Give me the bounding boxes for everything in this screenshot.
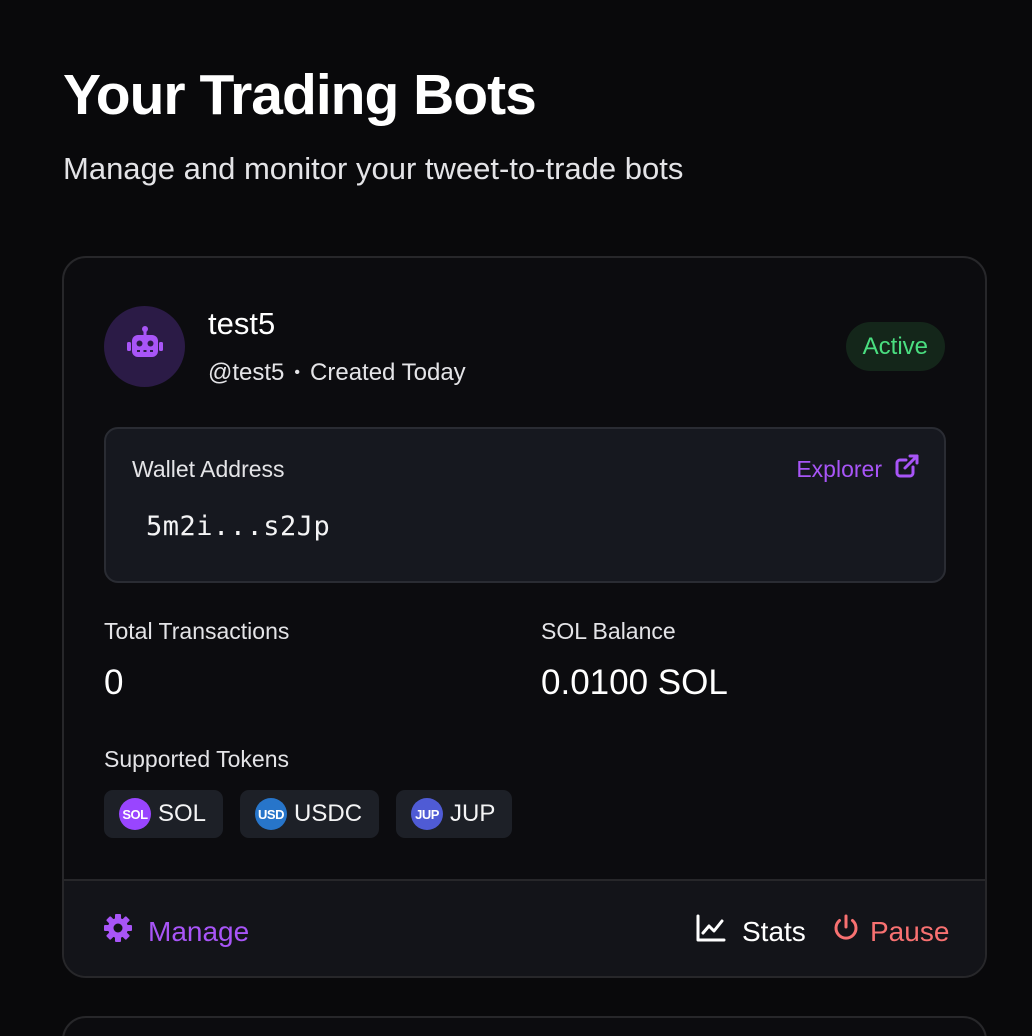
power-icon bbox=[832, 914, 860, 949]
stats-button[interactable]: Stats bbox=[696, 914, 806, 949]
sol-token-icon: SOL bbox=[119, 798, 151, 830]
token-list: SOL SOL USD USDC JUP JUP bbox=[104, 790, 513, 838]
bot-handle: @test5 bbox=[208, 359, 285, 386]
transactions-label: Total Transactions bbox=[104, 618, 290, 644]
page-subtitle: Manage and monitor your tweet-to-trade b… bbox=[63, 151, 684, 186]
token-label: USDC bbox=[294, 800, 363, 827]
gear-icon bbox=[104, 914, 132, 949]
external-link-icon bbox=[894, 453, 920, 485]
chart-line-icon bbox=[696, 914, 726, 949]
bot-avatar bbox=[104, 306, 185, 387]
bot-card: test5 @test5 • Created Today Active Wall… bbox=[62, 256, 987, 978]
pause-button[interactable]: Pause bbox=[832, 914, 949, 949]
transactions-value: 0 bbox=[104, 663, 124, 702]
tokens-label: Supported Tokens bbox=[104, 746, 289, 772]
pause-label: Pause bbox=[870, 915, 950, 947]
balance-value: 0.0100 SOL bbox=[541, 663, 728, 702]
wallet-label: Wallet Address bbox=[132, 456, 285, 482]
bot-created: Created Today bbox=[310, 359, 466, 386]
token-chip-jup: JUP JUP bbox=[396, 790, 513, 838]
jup-token-icon: JUP bbox=[411, 798, 444, 830]
token-chip-usdc: USD USDC bbox=[240, 790, 380, 838]
bots-page: Your Trading Bots Manage and monitor you… bbox=[0, 0, 1032, 1036]
wallet-address: 5m2i...s2Jp bbox=[146, 511, 331, 542]
token-label: JUP bbox=[450, 800, 496, 827]
token-chip-sol: SOL SOL bbox=[104, 790, 224, 838]
bot-name: test5 bbox=[208, 306, 276, 341]
explorer-link[interactable]: Explorer bbox=[796, 453, 920, 485]
next-bot-card bbox=[62, 1016, 987, 1036]
page-title: Your Trading Bots bbox=[63, 63, 537, 127]
robot-icon bbox=[125, 324, 165, 369]
manage-label: Manage bbox=[148, 915, 250, 947]
bot-meta: @test5 • Created Today bbox=[208, 358, 466, 388]
wallet-panel: Wallet Address Explorer 5m2i...s2Jp bbox=[104, 427, 946, 583]
status-badge: Active bbox=[845, 322, 945, 371]
token-label: SOL bbox=[158, 800, 207, 827]
explorer-label: Explorer bbox=[796, 455, 882, 482]
balance-label: SOL Balance bbox=[541, 618, 676, 644]
meta-separator: • bbox=[294, 364, 301, 381]
usdc-token-icon: USD bbox=[255, 798, 288, 830]
manage-button[interactable]: Manage bbox=[104, 914, 249, 949]
stats-label: Stats bbox=[742, 915, 806, 947]
card-footer: Manage Stats Pause bbox=[64, 879, 985, 976]
